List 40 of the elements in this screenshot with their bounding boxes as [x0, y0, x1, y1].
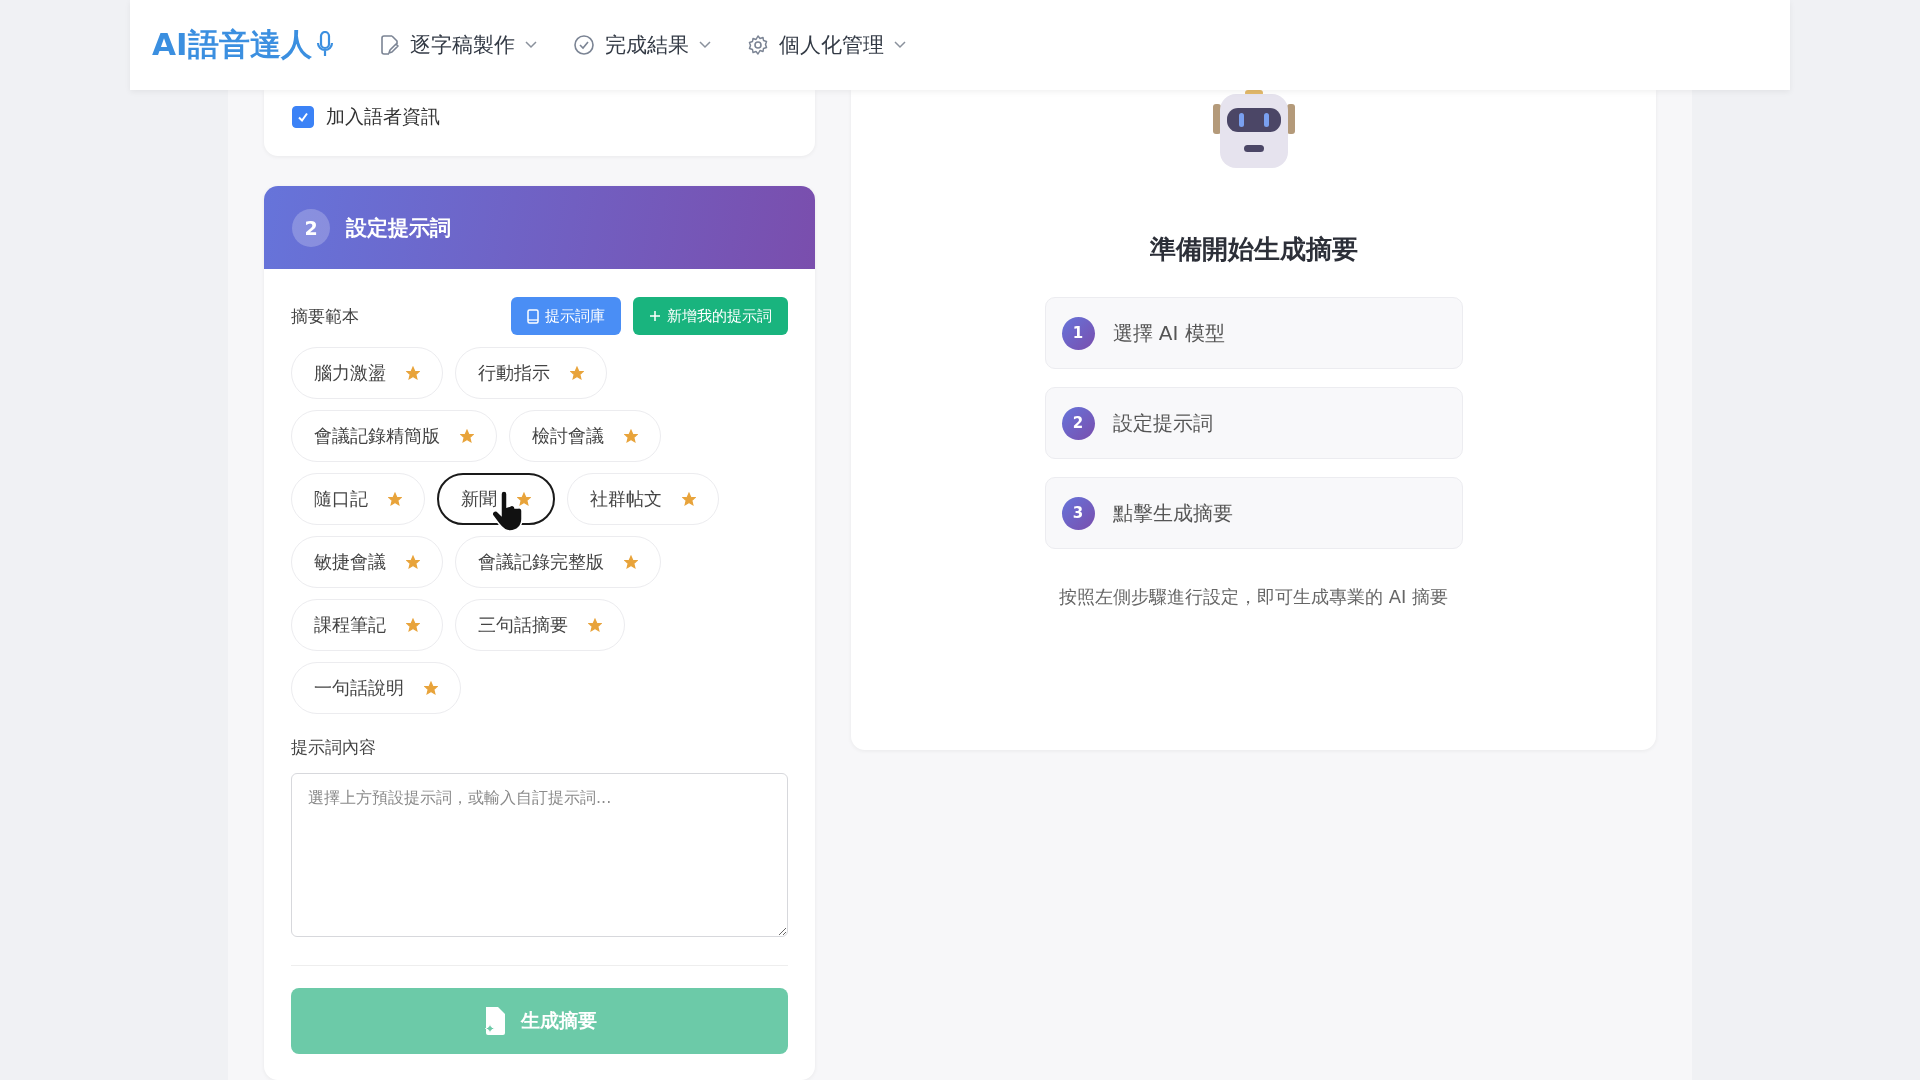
- template-chip[interactable]: 社群帖文: [567, 473, 719, 525]
- step-number: 2: [292, 208, 330, 247]
- section-title: 設定提示詞: [346, 214, 451, 242]
- template-chip[interactable]: 行動指示: [455, 347, 607, 399]
- templates-label: 摘要範本: [291, 304, 359, 328]
- template-chip[interactable]: 敏捷會議: [291, 536, 443, 588]
- template-chip[interactable]: 檢討會議: [509, 410, 661, 462]
- microphone-icon: [315, 31, 334, 59]
- step-label: 設定提示詞: [1112, 409, 1213, 437]
- plus-icon: [649, 310, 661, 322]
- step-number: 3: [1061, 496, 1095, 530]
- nav-menu[interactable]: 逐字稿製作: [379, 31, 537, 59]
- content-label: 提示詞內容: [291, 736, 377, 759]
- guide-title: 準備開始生成摘要: [1149, 233, 1358, 266]
- nav-menu[interactable]: 完成結果: [572, 31, 711, 59]
- chevron-down-icon: [893, 41, 906, 49]
- step-label: 選擇 AI 模型: [1112, 319, 1225, 347]
- step-label: 點擊生成摘要: [1112, 499, 1233, 527]
- template-chip[interactable]: 三句話摘要: [455, 599, 625, 651]
- checkmark-icon: [296, 110, 310, 124]
- checkbox-label: 加入語者資訊: [326, 104, 440, 129]
- chevron-down-icon: [524, 41, 537, 49]
- step-number: 1: [1061, 316, 1095, 350]
- template-chip[interactable]: 會議記錄完整版: [455, 536, 661, 588]
- gear-icon: [746, 34, 769, 56]
- template-chip[interactable]: 會議記錄精簡版: [291, 410, 497, 462]
- checkbox[interactable]: [292, 106, 314, 128]
- step-number: 2: [1061, 406, 1095, 440]
- template-chip[interactable]: 隨口記: [291, 473, 425, 525]
- hint-text: 按照左側步驟進行設定，即可生成專業的 AI 摘要: [1058, 585, 1449, 609]
- template-chip[interactable]: 課程筆記: [291, 599, 443, 651]
- prompt-input-field[interactable]: 選擇上方預設提示詞，或輸入自訂提示詞...: [291, 773, 788, 937]
- template-chip[interactable]: 一句話說明: [291, 662, 461, 714]
- check-circle-icon: [572, 34, 595, 56]
- template-chip[interactable]: 腦力激盪: [291, 347, 443, 399]
- book-icon: [527, 308, 539, 324]
- document-sparkle-icon: [482, 1006, 507, 1036]
- chevron-down-icon: [698, 41, 711, 49]
- edit-document-icon: [379, 34, 400, 56]
- nav-menu[interactable]: 個人化管理: [746, 31, 906, 59]
